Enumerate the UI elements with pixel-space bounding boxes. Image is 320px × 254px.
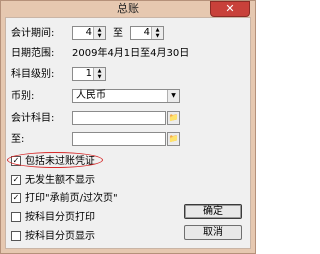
currency-value: 人民币 bbox=[76, 90, 106, 101]
close-button[interactable]: ✕ bbox=[210, 1, 250, 17]
subject-level-spinner[interactable]: 1 ▲ ▼ bbox=[72, 67, 106, 81]
checkbox-unchecked-icon[interactable] bbox=[11, 231, 21, 241]
close-icon: ✕ bbox=[225, 2, 235, 15]
subject-level-value: 1 bbox=[85, 68, 92, 79]
checkbox-checked-icon[interactable]: ✓ bbox=[11, 175, 21, 185]
checkbox-checked-icon[interactable]: ✓ bbox=[11, 193, 21, 203]
period-to-arrows: ▲ ▼ bbox=[151, 27, 163, 39]
currency-label: 币别: bbox=[11, 91, 35, 102]
ledger-dialog: 总账 ✕ 会计期间: 4 ▲ ▼ 至 4 ▲ ▼ 日期范围: 2009年4月1日… bbox=[0, 0, 256, 254]
account-to-input[interactable] bbox=[72, 132, 166, 146]
period-to-label: 至 bbox=[113, 28, 123, 39]
period-to-spinner[interactable]: 4 ▲ ▼ bbox=[130, 26, 164, 40]
option-label: 按科目分页显示 bbox=[25, 231, 95, 242]
account-picker-icon[interactable]: 📁 bbox=[167, 111, 180, 125]
period-label: 会计期间: bbox=[11, 28, 55, 39]
date-range-value: 2009年4月1日至4月30日 bbox=[72, 48, 190, 59]
account-label: 会计科目: bbox=[11, 113, 55, 124]
option-label: 无发生额不显示 bbox=[25, 175, 95, 186]
date-range-label: 日期范围: bbox=[11, 48, 55, 59]
period-from-arrows: ▲ ▼ bbox=[93, 27, 105, 39]
period-from-value: 4 bbox=[85, 27, 92, 38]
ok-button[interactable]: 确定 bbox=[184, 204, 242, 219]
dialog-body: 会计期间: 4 ▲ ▼ 至 4 ▲ ▼ 日期范围: 2009年4月1日至4月30… bbox=[5, 17, 251, 249]
cancel-button[interactable]: 取消 bbox=[184, 225, 242, 240]
subject-level-arrows: ▲ ▼ bbox=[93, 68, 105, 80]
checkbox-unchecked-icon[interactable] bbox=[11, 212, 21, 222]
account-to-picker-icon[interactable]: 📁 bbox=[167, 132, 180, 146]
account-input[interactable] bbox=[72, 111, 166, 125]
period-from-spinner[interactable]: 4 ▲ ▼ bbox=[72, 26, 106, 40]
chevron-down-icon[interactable]: ▼ bbox=[167, 90, 179, 102]
spin-down-icon[interactable]: ▼ bbox=[94, 33, 105, 39]
to-label: 至: bbox=[11, 134, 25, 145]
option-label: 打印"承前页/过次页" bbox=[25, 193, 118, 204]
currency-select[interactable]: 人民币 ▼ bbox=[72, 89, 180, 103]
option-label: 按科目分页打印 bbox=[25, 212, 95, 223]
spin-down-icon[interactable]: ▼ bbox=[94, 74, 105, 80]
subject-level-label: 科目级别: bbox=[11, 69, 55, 80]
title-bar[interactable]: 总账 ✕ bbox=[1, 1, 255, 17]
period-to-value: 4 bbox=[143, 27, 150, 38]
spin-down-icon[interactable]: ▼ bbox=[152, 33, 163, 39]
red-annotation-circle bbox=[7, 152, 103, 168]
